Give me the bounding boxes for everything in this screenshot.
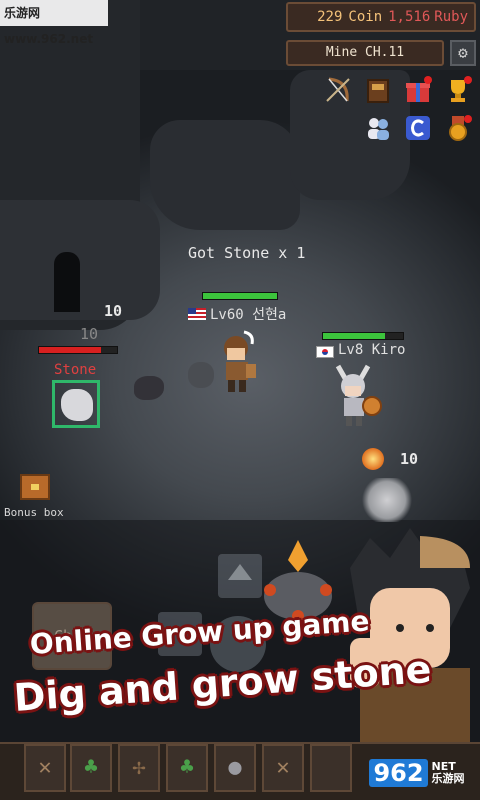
clover-icon: ♣: [180, 755, 194, 780]
inventory-slot[interactable]: ♣: [70, 744, 112, 792]
player-hp-fill: [323, 333, 386, 339]
cave-rock-center: [150, 120, 300, 230]
pickaxe-icon: ✕: [276, 755, 290, 780]
medal-icon[interactable]: [442, 112, 474, 144]
bow-icon[interactable]: [322, 74, 354, 106]
damage-number: 10: [400, 450, 419, 468]
gear-icon[interactable]: ⚙: [450, 40, 476, 66]
stone-name: Stone: [54, 362, 97, 378]
currency-panel: 229 Coin 1,516 Ruby: [286, 2, 476, 32]
coin-value: 229: [317, 9, 343, 25]
cave-entrance: [54, 252, 80, 312]
dug-rock: [188, 362, 214, 388]
c-coin-icon[interactable]: [402, 112, 434, 144]
watermark-bottom: 962 NET 乐游网: [356, 748, 478, 798]
watermark-brand: 962: [369, 759, 428, 787]
helmet-icon: ●: [228, 755, 242, 780]
pickaxe-icon: ✕: [38, 755, 52, 780]
dust-cloud: [362, 478, 412, 522]
bonus-box-label: Bonus box: [4, 506, 64, 519]
game-screen: 乐游网 www.962.net 229 Coin 1,516 Ruby Mine CH…: [0, 0, 480, 800]
watermark-top: 乐游网 www.962.net: [0, 0, 108, 46]
stone-rock: [61, 389, 93, 421]
clover-icon: ♣: [84, 755, 98, 780]
stone-target[interactable]: [52, 380, 100, 428]
kr-flag-icon: [316, 346, 334, 358]
fire-orb-icon: [362, 448, 384, 470]
us-flag-icon: [188, 308, 206, 320]
inventory-slot[interactable]: ✢: [118, 744, 160, 792]
coin-label: Coin: [348, 9, 383, 25]
ruby-label: Ruby: [434, 9, 468, 25]
player-hp-fill: [203, 293, 277, 299]
inventory-slot[interactable]: ✕: [262, 744, 304, 792]
player-hp-bar: [322, 332, 404, 340]
spellbook-icon[interactable]: [362, 74, 394, 106]
player-name: Lv60 선현a: [210, 307, 287, 323]
friends-icon[interactable]: [362, 112, 394, 144]
inventory-slot[interactable]: ♣: [166, 744, 208, 792]
dpad-up-button[interactable]: [218, 554, 262, 598]
treasure-chest-icon[interactable]: [20, 474, 50, 500]
stone-hp-bar: [38, 346, 118, 354]
inventory-slot[interactable]: ✕: [24, 744, 66, 792]
player-name: Lv8 Kiro: [338, 342, 406, 358]
mine-channel-button[interactable]: Mine CH.11: [286, 40, 444, 66]
inventory-slot[interactable]: ●: [214, 744, 256, 792]
ore-rock[interactable]: [134, 376, 164, 400]
damage-number: 10: [104, 302, 123, 320]
inventory-slot[interactable]: [310, 744, 352, 792]
trophy-icon[interactable]: [442, 74, 474, 106]
player-character[interactable]: [214, 330, 260, 400]
watermark-sub: NET 乐游网: [431, 760, 465, 785]
stone-hp-fill: [39, 347, 102, 353]
shuriken-icon: ✢: [132, 755, 146, 780]
player-hp-bar: [202, 292, 278, 300]
gift-box-icon[interactable]: [402, 74, 434, 106]
loot-message: Got Stone x 1: [188, 244, 306, 262]
player-character[interactable]: [330, 364, 384, 430]
damage-number: 10: [80, 325, 99, 343]
cave-wall-left-rim: [0, 200, 160, 320]
ruby-value: 1,516: [388, 9, 431, 25]
